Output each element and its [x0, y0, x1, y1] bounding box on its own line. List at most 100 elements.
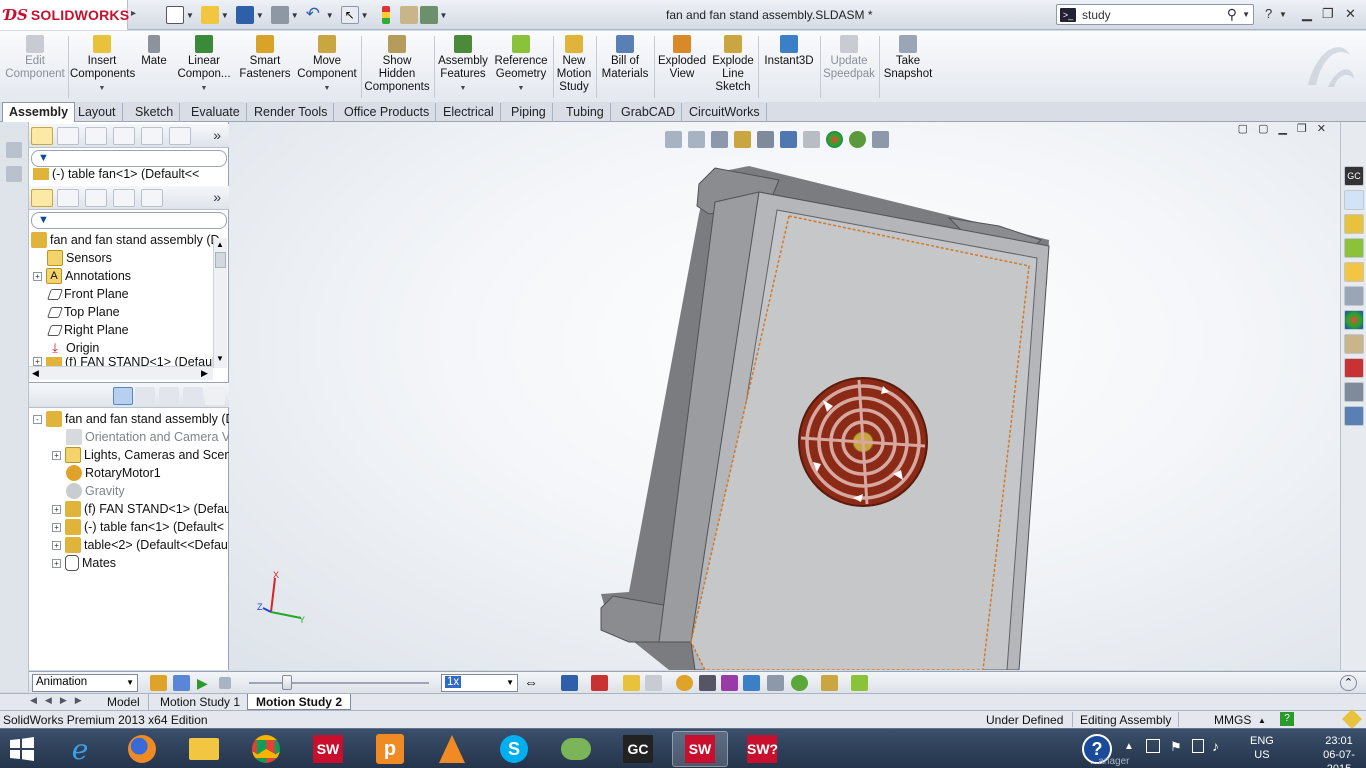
filter-animating-icon[interactable]: [113, 387, 133, 405]
close-icon[interactable]: ✕: [1345, 6, 1356, 22]
show-hidden-icons-icon[interactable]: ▲: [1124, 741, 1134, 752]
taskbar-file-explorer[interactable]: [176, 731, 232, 767]
playback-slider-thumb[interactable]: [282, 675, 292, 690]
tab-assembly[interactable]: Assembly: [2, 102, 76, 123]
new-dropdown-icon[interactable]: ▼: [186, 11, 194, 20]
mate-button[interactable]: Mate: [138, 35, 170, 68]
expand-icon[interactable]: +: [52, 450, 61, 460]
play-from-start-icon[interactable]: [173, 675, 190, 691]
solidworks-logo[interactable]: ƊS SOLIDWORKS: [0, 0, 129, 30]
linear-component-pattern-button[interactable]: Linear Compon... ▼: [174, 35, 234, 95]
update-speedpak-button[interactable]: Update Speedpak: [822, 35, 876, 81]
scroll-left-icon[interactable]: ◀: [32, 368, 39, 379]
autofit-icon[interactable]: [205, 387, 225, 405]
network-icon[interactable]: [1146, 739, 1160, 753]
tree-vertical-scrollbar[interactable]: ▲ ▼: [213, 238, 227, 368]
tab-circuitworks[interactable]: CircuitWorks: [683, 103, 767, 122]
home-icon[interactable]: [1344, 214, 1364, 234]
property-manager-tab-icon[interactable]: [57, 127, 79, 145]
edit-component-button[interactable]: Edit Component: [4, 35, 66, 81]
scroll-up-icon[interactable]: ▲: [216, 240, 224, 249]
appearances-icon[interactable]: [1344, 310, 1364, 330]
tab-sketch[interactable]: Sketch: [129, 103, 181, 122]
dimxpert-manager-tab-icon[interactable]: [113, 189, 135, 207]
motion-tree-fan-stand[interactable]: + (f) FAN STAND<1> (Defau: [52, 500, 231, 518]
cam-tab-icon[interactable]: [169, 127, 191, 145]
search-icon[interactable]: ⚲: [1227, 6, 1237, 23]
tab-office-products[interactable]: Office Products: [338, 103, 437, 122]
view-palette-icon[interactable]: [1344, 286, 1364, 306]
solidworks-forum-icon[interactable]: [1344, 358, 1364, 378]
tab-electrical[interactable]: Electrical: [437, 103, 501, 122]
quick-tips-icon[interactable]: ?: [1280, 712, 1294, 726]
tree-item-annotations[interactable]: + A Annotations: [33, 267, 131, 285]
tree-item-right-plane[interactable]: Right Plane: [46, 321, 129, 339]
taskbar-internet-explorer[interactable]: e: [52, 731, 108, 767]
animation-wizard-icon[interactable]: [591, 675, 608, 691]
tree-item-top-plane[interactable]: Top Plane: [46, 303, 120, 321]
motion-tree-gravity[interactable]: Gravity: [66, 482, 125, 500]
dropdown-icon[interactable]: ▼: [70, 82, 134, 95]
display-manager-tab-icon[interactable]: [141, 127, 163, 145]
show-hidden-components-button[interactable]: Show Hidden Components: [364, 35, 430, 94]
damper-icon[interactable]: [721, 675, 738, 691]
tree-filter-top[interactable]: ▼: [31, 150, 227, 167]
study-type-select[interactable]: Animation ▼: [32, 674, 138, 692]
instant3d-button[interactable]: Instant3D: [760, 35, 818, 68]
menu-pin-icon[interactable]: ▸: [131, 8, 136, 19]
filter-results-icon[interactable]: [183, 387, 203, 405]
tab-scroll-arrows-icon[interactable]: ◀◀▶▶: [30, 695, 90, 706]
property-manager-tab-icon[interactable]: [57, 189, 79, 207]
tab-render-tools[interactable]: Render Tools: [248, 103, 335, 122]
playback-slider-track[interactable]: [249, 682, 429, 684]
motion-study-properties-icon[interactable]: [851, 675, 868, 691]
tree-item-origin[interactable]: ⤓ Origin: [47, 339, 99, 357]
motion-tree-root[interactable]: - fan and fan stand assembly (D: [33, 410, 235, 428]
taskbar-network-tool[interactable]: [548, 731, 604, 767]
explode-line-sketch-button[interactable]: Explode Line Sketch: [710, 35, 756, 94]
solidworks-resources-icon[interactable]: [1344, 190, 1364, 210]
new-document-icon[interactable]: [166, 6, 184, 24]
motion-tree-rotary-motor[interactable]: RotaryMotor1: [66, 464, 161, 482]
collapse-icon[interactable]: -: [33, 414, 42, 424]
undo-icon[interactable]: ↶: [306, 5, 324, 24]
file-properties-icon[interactable]: [399, 6, 418, 24]
calculate-icon[interactable]: [150, 675, 167, 691]
configuration-manager-tab-icon[interactable]: [85, 127, 107, 145]
expand-icon[interactable]: +: [52, 540, 61, 550]
dropdown-icon[interactable]: ▼: [492, 82, 550, 95]
exploded-view-button[interactable]: Exploded View: [656, 35, 708, 81]
undo-dropdown-icon[interactable]: ▼: [326, 11, 334, 20]
input-language[interactable]: ENG US: [1250, 734, 1274, 762]
tab-model[interactable]: Model: [99, 694, 149, 710]
minimize-icon[interactable]: ▁: [1302, 6, 1312, 22]
dropdown-icon[interactable]: ▼: [174, 82, 234, 95]
gravity-toolbar-icon[interactable]: [791, 675, 808, 691]
units-arrow-icon[interactable]: ▲: [1258, 716, 1266, 725]
filter-selected-icon[interactable]: [159, 387, 179, 405]
dimxpert-manager-tab-icon[interactable]: [113, 127, 135, 145]
taskbar-grabcad[interactable]: GC: [610, 731, 666, 767]
filter-driving-icon[interactable]: [135, 387, 155, 405]
tree-pin-icon[interactable]: [6, 142, 22, 158]
rebuild-traffic-light-icon[interactable]: [381, 6, 390, 24]
autokey-icon[interactable]: [623, 675, 640, 691]
assembly-features-button[interactable]: Assembly Features ▼: [436, 35, 490, 95]
print-icon[interactable]: [270, 6, 289, 24]
search-dropdown-icon[interactable]: ▼: [1242, 10, 1250, 19]
tab-piping[interactable]: Piping: [505, 103, 553, 122]
flag-icon[interactable]: ⚑: [1170, 739, 1182, 755]
scroll-thumb[interactable]: [215, 252, 226, 268]
restore-icon[interactable]: ❐: [1322, 6, 1334, 22]
save-icon[interactable]: [235, 6, 254, 24]
graphics-area[interactable]: ▢▢▁❐✕ X Y Z: [229, 122, 1340, 670]
search-input[interactable]: [1082, 7, 1212, 22]
more-tabs-icon[interactable]: »: [213, 127, 221, 143]
feature-manager-tab-icon[interactable]: [31, 189, 53, 207]
tree-horizontal-scrollbar[interactable]: ◀ ▶: [29, 366, 213, 380]
tab-evaluate[interactable]: Evaluate: [185, 103, 247, 122]
force-icon[interactable]: [743, 675, 760, 691]
tree-item-fan-stand[interactable]: + (f) FAN STAND<1> (Default: [33, 357, 218, 366]
rebuild-status-icon[interactable]: [1342, 709, 1362, 729]
select-arrow-icon[interactable]: ↖: [340, 6, 359, 24]
